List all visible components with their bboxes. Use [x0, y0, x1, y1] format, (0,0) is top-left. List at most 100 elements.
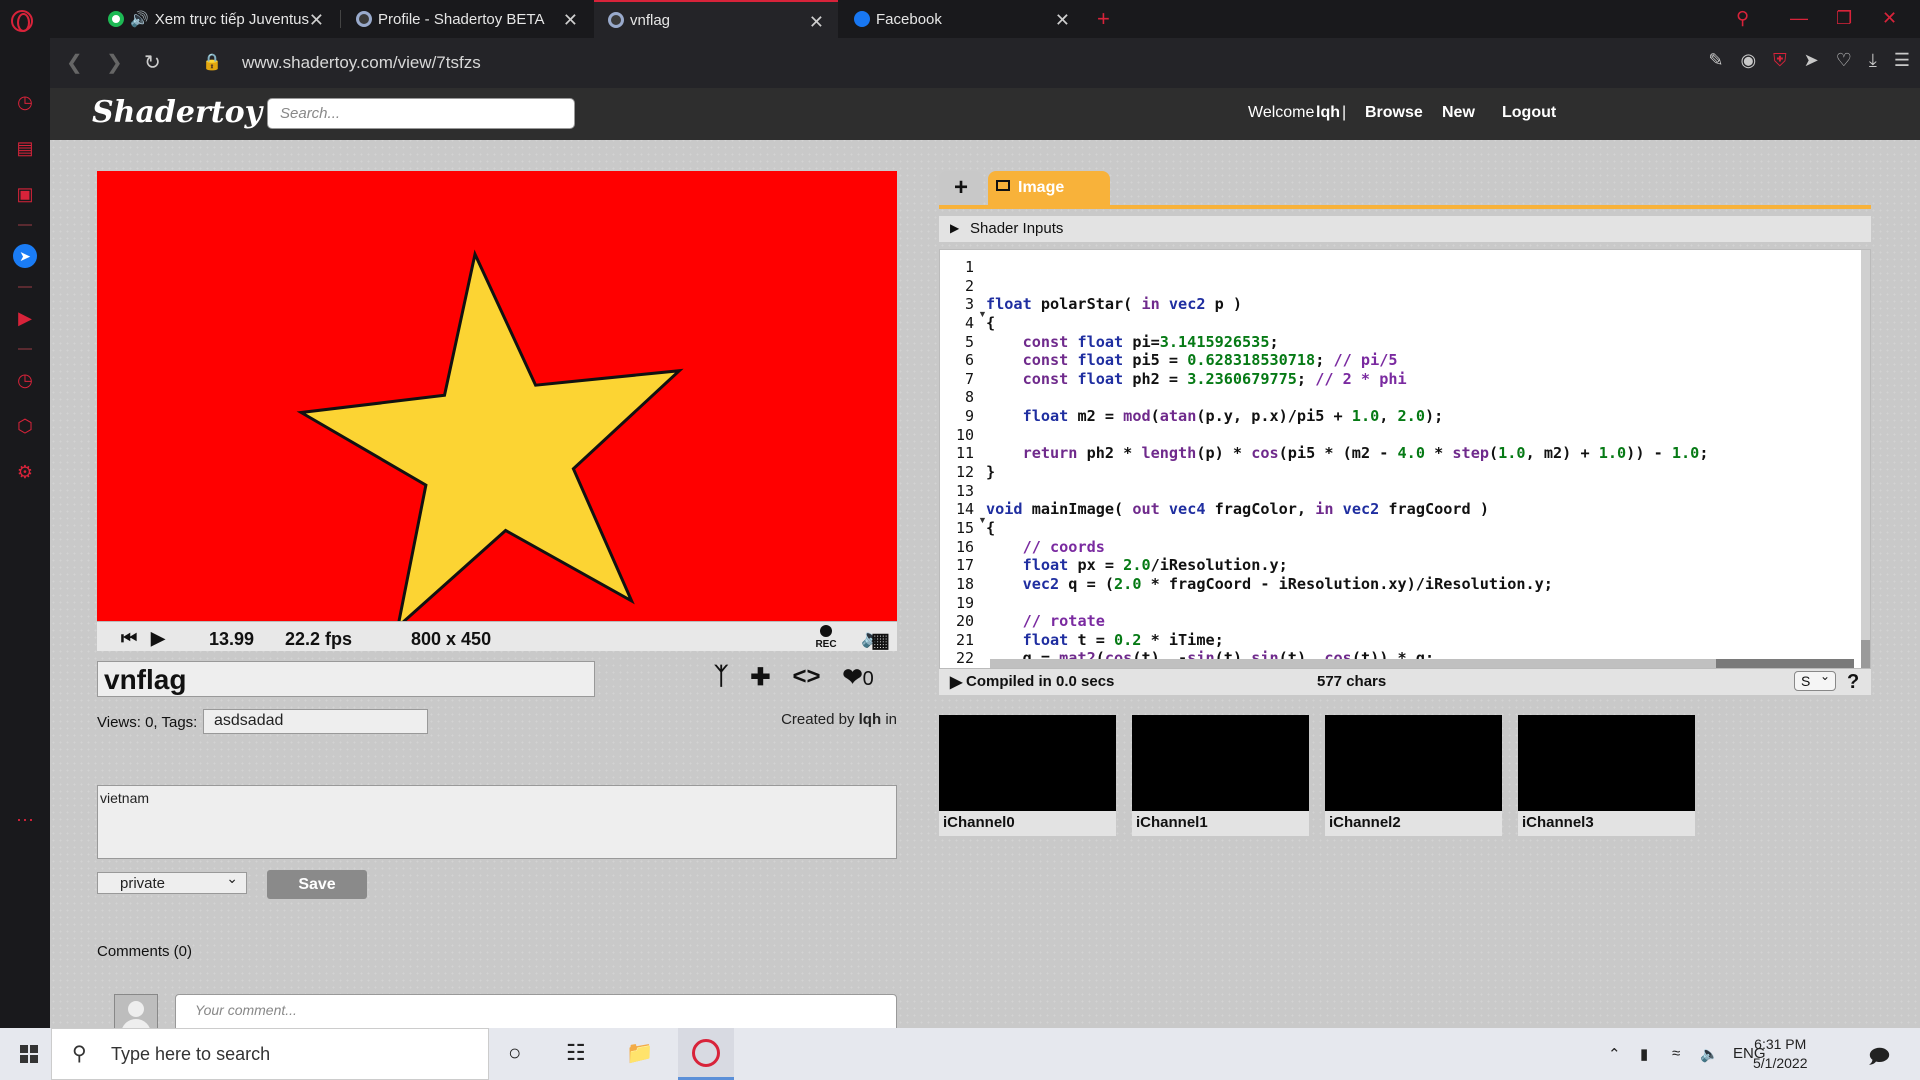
taskbar-search-input[interactable]: ⚲ Type here to search [51, 1028, 489, 1080]
shader-inputs-toggle[interactable]: ▶ Shader Inputs [939, 216, 1871, 242]
visibility-select[interactable]: private [97, 870, 247, 894]
twitch-icon[interactable]: ▣ [13, 182, 37, 206]
play-icon[interactable]: ▶ [151, 628, 165, 649]
volume-tray-icon[interactable]: 🔈 [1700, 1045, 1719, 1063]
back-icon[interactable]: ❮ [66, 50, 83, 75]
fork-icon[interactable]: ᛉ [714, 663, 728, 692]
shader-canvas[interactable] [97, 171, 897, 621]
close-tab-icon[interactable]: ✕ [563, 10, 578, 31]
more-icon[interactable]: ⋯ [13, 808, 37, 832]
logout-link[interactable]: Logout [1502, 104, 1556, 122]
close-tab-icon[interactable]: ✕ [1055, 10, 1070, 31]
channel-preview[interactable] [1325, 715, 1502, 811]
tab-juventus[interactable]: 🔊 Xem trực tiếp Juventus ✕ [94, 0, 338, 38]
workspaces-icon[interactable]: ▤ [13, 136, 37, 160]
speed-dial-icon[interactable]: ◷ [13, 90, 37, 114]
snapshot-edit-icon[interactable]: ✎ [1708, 50, 1723, 71]
code-content[interactable]: float polarStar( in vec2 p ) { const flo… [986, 258, 1708, 668]
download-icon[interactable]: ⤓ [1869, 50, 1877, 71]
ichannel3-slot[interactable]: iChannel3 [1518, 715, 1695, 836]
fullscreen-icon[interactable]: ▦ [871, 628, 890, 653]
rewind-icon[interactable]: ⏮ [121, 628, 137, 649]
channel-preview[interactable] [1132, 715, 1309, 811]
channel-label: iChannel3 [1522, 814, 1594, 831]
save-button[interactable]: Save [267, 870, 367, 899]
settings-gear-icon[interactable]: ⚙ [13, 460, 37, 484]
clock[interactable]: 6:31 PM 5/1/2022 [1753, 1035, 1808, 1073]
author-link[interactable]: lqh [859, 711, 882, 728]
close-tab-icon[interactable]: ✕ [809, 12, 824, 33]
search-input[interactable]: Search... [267, 98, 575, 129]
resolution-display: 800 x 450 [411, 629, 492, 649]
comment-input[interactable]: Your comment... [175, 994, 897, 1028]
adblock-shield-icon[interactable]: ⛨ [1773, 50, 1787, 71]
ichannel0-slot[interactable]: iChannel0 [939, 715, 1116, 836]
notifications-icon[interactable]: 🗩 [1868, 1042, 1890, 1076]
new-tab-icon[interactable]: + [1097, 6, 1110, 32]
line-number: 5 [964, 332, 974, 351]
windows-start-icon[interactable] [20, 1045, 39, 1064]
opera-taskbar-button[interactable] [678, 1028, 734, 1080]
horizontal-scrollbar[interactable] [990, 659, 1854, 668]
help-button[interactable]: ? [1847, 671, 1859, 694]
like-heart-icon[interactable]: ❤0 [843, 663, 874, 692]
heart-icon[interactable]: ♡ [1836, 50, 1852, 71]
player-icon[interactable]: ▶ [13, 306, 37, 330]
easy-setup-icon[interactable]: ☰ [1894, 50, 1910, 71]
code-line: float t = 0.2 * iTime; [1022, 630, 1224, 649]
task-view-icon[interactable]: ☷ [566, 1040, 586, 1066]
add-tab-button[interactable]: + [939, 171, 983, 205]
opera-menu-icon[interactable] [11, 10, 33, 32]
browse-link[interactable]: Browse [1365, 104, 1423, 122]
tab-vnflag[interactable]: vnflag ✕ [594, 0, 838, 38]
file-explorer-icon[interactable]: 📁 [626, 1040, 653, 1066]
close-window-icon[interactable]: ✕ [1882, 8, 1897, 29]
forward-icon[interactable]: ❯ [106, 50, 123, 75]
shadertoy-logo[interactable]: Shadertoy [92, 95, 262, 130]
char-count: 577 chars [1317, 673, 1387, 690]
address-bar: ❮ ❯ ↻ 🔒 www.shadertoy.com/view/7tsfzs ✎ … [50, 38, 1920, 88]
battery-icon[interactable]: ▮ [1640, 1045, 1648, 1063]
user-link[interactable]: lqh [1316, 104, 1340, 122]
add-icon[interactable]: ✚ [750, 663, 770, 692]
font-size-select[interactable]: S [1794, 669, 1836, 691]
channel-preview[interactable] [1518, 715, 1695, 811]
clock-time: 6:31 PM [1754, 1036, 1807, 1052]
extensions-icon[interactable]: ⬡ [13, 414, 37, 438]
shader-title-input[interactable]: vnflag [97, 661, 595, 697]
new-link[interactable]: New [1442, 104, 1475, 122]
speaker-icon[interactable]: 🔊 [130, 10, 149, 28]
restore-icon[interactable]: ❐ [1836, 8, 1852, 29]
close-tab-icon[interactable]: ✕ [309, 10, 324, 31]
tab-facebook[interactable]: Facebook ✕ [840, 0, 1084, 38]
camera-icon[interactable]: ◉ [1740, 50, 1756, 71]
search-tabs-icon[interactable]: ⚲ [1736, 8, 1749, 29]
record-button[interactable]: REC [813, 625, 839, 650]
shadertoy-header: Shadertoy Search... Welcome lqh | Browse… [50, 88, 1920, 140]
code-editor[interactable]: 1234567891011121314151617181920212223242… [939, 249, 1871, 669]
send-icon[interactable]: ➤ [1804, 50, 1819, 71]
reload-icon[interactable]: ↻ [144, 50, 161, 75]
wifi-icon[interactable]: ≈ [1672, 1045, 1680, 1062]
messenger-icon[interactable]: ➤ [13, 244, 37, 268]
show-hidden-icons[interactable]: ⌃ [1608, 1045, 1621, 1063]
cortana-icon[interactable]: ○ [508, 1040, 521, 1066]
channel-preview[interactable] [939, 715, 1116, 811]
description-textarea[interactable]: vietnam [97, 785, 897, 859]
tab-image[interactable]: Image [988, 171, 1110, 205]
tags-input[interactable]: asdsadad [203, 709, 428, 734]
embed-code-icon[interactable]: <> [793, 663, 821, 692]
vertical-scrollbar[interactable] [1861, 250, 1870, 668]
play-compile-icon[interactable]: ▶ [950, 672, 962, 692]
minimize-icon[interactable]: — [1790, 8, 1808, 29]
shader-inputs-label: Shader Inputs [970, 220, 1064, 237]
tab-profile-shadertoy[interactable]: Profile - Shadertoy BETA ✕ [342, 0, 592, 38]
url-field[interactable]: www.shadertoy.com/view/7tsfzs [242, 53, 481, 73]
ichannel1-slot[interactable]: iChannel1 [1132, 715, 1309, 836]
history-icon[interactable]: ◷ [13, 368, 37, 392]
line-number: 8 [964, 388, 974, 407]
ichannel2-slot[interactable]: iChannel2 [1325, 715, 1502, 836]
lock-icon: 🔒 [202, 54, 222, 71]
